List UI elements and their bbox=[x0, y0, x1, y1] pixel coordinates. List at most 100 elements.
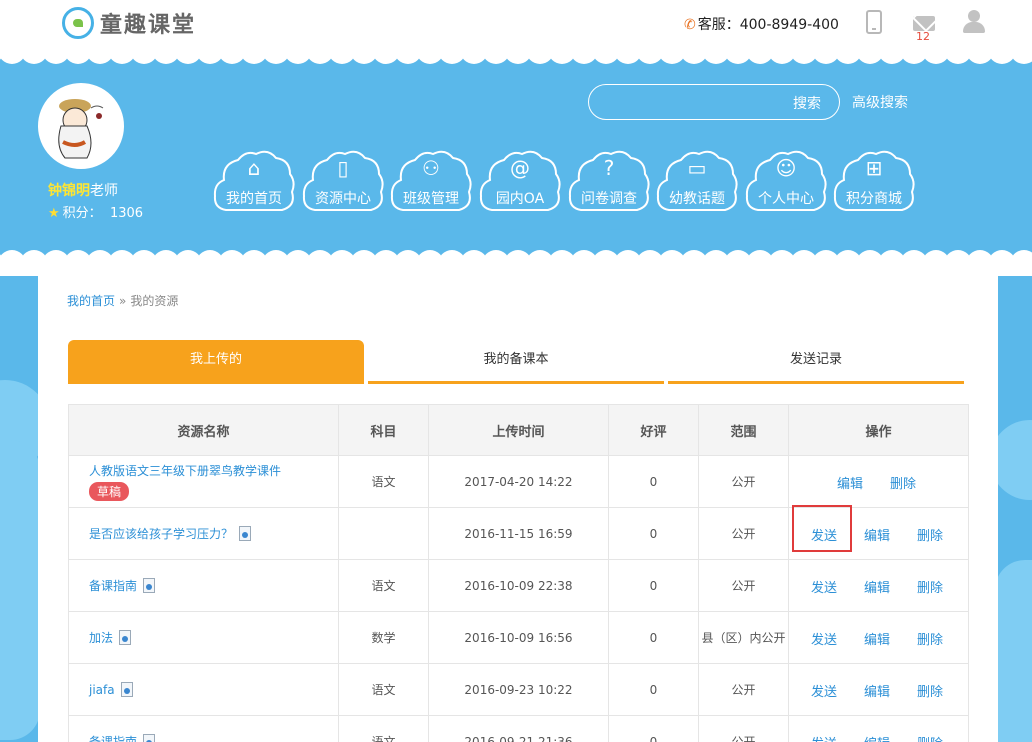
send-button[interactable]: 发送 bbox=[811, 577, 837, 596]
cell-rating[interactable]: 0 bbox=[608, 559, 699, 612]
cell-scope: 公开 bbox=[698, 455, 789, 508]
cell-subject: 数学 bbox=[338, 611, 429, 664]
cell-name: jiafa bbox=[68, 663, 339, 716]
cell-rating[interactable]: 0 bbox=[608, 611, 699, 664]
nav-item-4[interactable]: ? 问卷调查 bbox=[567, 148, 651, 216]
edit-button[interactable]: 编辑 bbox=[864, 733, 890, 742]
user-name-text[interactable]: 钟锦明 bbox=[48, 183, 90, 199]
nav-label: 问卷调查 bbox=[581, 191, 637, 207]
nav-label: 幼教话题 bbox=[669, 191, 725, 207]
cell-rating[interactable]: 0 bbox=[608, 663, 699, 716]
delete-button[interactable]: 删除 bbox=[917, 733, 943, 742]
points-value: 1306 bbox=[109, 206, 144, 221]
resource-link[interactable]: 备课指南 bbox=[89, 735, 137, 742]
person-icon: ☺ bbox=[775, 156, 797, 180]
cell-upload-time: 2016-09-21 21:36 bbox=[428, 715, 609, 742]
nav-item-7[interactable]: ⊞ 积分商城 bbox=[832, 148, 916, 216]
resource-link[interactable]: 是否应该给孩子学习压力？ bbox=[89, 527, 233, 541]
edit-button[interactable]: 编辑 bbox=[864, 525, 890, 544]
table-row: 加法 数学 2016-10-09 16:56 0 县（区）内公开 发送 编辑 删除 bbox=[68, 611, 969, 664]
table-row: jiafa 语文 2016-09-23 10:22 0 公开 发送 编辑 删除 bbox=[68, 663, 969, 716]
cell-operations: 发送 编辑 删除 bbox=[788, 715, 969, 742]
cell-scope: 公开 bbox=[698, 507, 789, 560]
delete-button[interactable]: 删除 bbox=[890, 473, 916, 492]
cell-scope: 公开 bbox=[698, 663, 789, 716]
column-header: 上传时间 bbox=[428, 404, 609, 456]
points-label: 积分： bbox=[62, 206, 102, 221]
column-header: 科目 bbox=[338, 404, 429, 456]
cell-rating[interactable]: 0 bbox=[608, 715, 699, 742]
background-cloud bbox=[0, 440, 40, 740]
cell-upload-time: 2016-10-09 16:56 bbox=[428, 611, 609, 664]
tab-label: 我上传的 bbox=[189, 352, 242, 367]
delete-button[interactable]: 删除 bbox=[917, 629, 943, 648]
send-button[interactable]: 发送 bbox=[811, 681, 837, 700]
nav-item-5[interactable]: ▭ 幼教话题 bbox=[655, 148, 739, 216]
nav-item-0[interactable]: ⌂ 我的首页 bbox=[212, 148, 296, 216]
background-cloud bbox=[995, 560, 1032, 742]
cell-name: 备课指南 bbox=[68, 715, 339, 742]
highlight-box bbox=[792, 505, 852, 552]
cell-scope: 公开 bbox=[698, 715, 789, 742]
nav-item-6[interactable]: ☺ 个人中心 bbox=[744, 148, 828, 216]
edit-button[interactable]: 编辑 bbox=[864, 681, 890, 700]
resource-link[interactable]: jiafa bbox=[89, 683, 115, 697]
document-icon bbox=[143, 734, 156, 742]
nav-item-2[interactable]: ⚇ 班级管理 bbox=[389, 148, 473, 216]
edit-button[interactable]: 编辑 bbox=[864, 629, 890, 648]
cell-name: 是否应该给孩子学习压力？ bbox=[68, 507, 339, 560]
tab-label: 我的备课本 bbox=[483, 352, 549, 367]
cell-rating[interactable]: 0 bbox=[608, 455, 699, 508]
gift-icon: ⊞ bbox=[865, 156, 883, 180]
search-input[interactable]: 搜索 bbox=[588, 84, 840, 120]
document-icon bbox=[119, 630, 132, 645]
avatar-illustration bbox=[41, 86, 121, 166]
cell-rating[interactable]: 0 bbox=[608, 507, 699, 560]
cell-subject bbox=[338, 507, 429, 560]
cell-upload-time: 2016-10-09 22:38 bbox=[428, 559, 609, 612]
column-header: 好评 bbox=[608, 404, 699, 456]
resource-link[interactable]: 备课指南 bbox=[89, 579, 137, 593]
service-label: 客服： bbox=[697, 17, 740, 33]
tab-label: 发送记录 bbox=[789, 352, 842, 367]
tab-send-record[interactable]: 发送记录 bbox=[668, 340, 964, 384]
search-button[interactable]: 搜索 bbox=[793, 93, 821, 113]
nav-item-3[interactable]: @ 园内OA bbox=[478, 148, 562, 216]
question-icon: ? bbox=[603, 156, 615, 180]
document-icon bbox=[120, 682, 133, 697]
breadcrumb-home[interactable]: 我的首页 bbox=[67, 294, 115, 308]
advanced-search-link[interactable]: 高级搜索 bbox=[852, 92, 908, 112]
delete-button[interactable]: 删除 bbox=[917, 577, 943, 596]
nav-item-1[interactable]: ▯ 资源中心 bbox=[301, 148, 385, 216]
resource-link[interactable]: 人教版语文三年级下册翠鸟教学课件 bbox=[89, 464, 281, 478]
send-button[interactable]: 发送 bbox=[811, 733, 837, 742]
cell-subject: 语文 bbox=[338, 455, 429, 508]
document-icon bbox=[143, 578, 156, 593]
mail-icon[interactable] bbox=[913, 16, 935, 31]
cell-scope: 县（区）内公开 bbox=[698, 611, 789, 664]
resource-tabs: 我上传的 我的备课本 发送记录 bbox=[68, 340, 968, 384]
send-button[interactable]: 发送 bbox=[811, 629, 837, 648]
delete-button[interactable]: 删除 bbox=[917, 525, 943, 544]
account-icon[interactable] bbox=[962, 10, 986, 34]
book-icon: ▯ bbox=[337, 156, 349, 180]
cell-subject: 语文 bbox=[338, 663, 429, 716]
delete-button[interactable]: 删除 bbox=[917, 681, 943, 700]
customer-service: ✆ 客服：400-8949-400 bbox=[684, 14, 839, 34]
logo[interactable]: 童趣课堂 bbox=[62, 6, 196, 40]
cell-scope: 公开 bbox=[698, 559, 789, 612]
edit-button[interactable]: 编辑 bbox=[864, 577, 890, 596]
document-icon bbox=[239, 526, 252, 541]
resource-link[interactable]: 加法 bbox=[89, 631, 113, 645]
home-icon: ⌂ bbox=[247, 156, 261, 180]
breadcrumb-current: 我的资源 bbox=[130, 294, 179, 308]
avatar[interactable] bbox=[38, 83, 124, 169]
tab-uploaded[interactable]: 我上传的 bbox=[68, 340, 364, 384]
column-header: 资源名称 bbox=[68, 404, 339, 456]
cell-name: 人教版语文三年级下册翠鸟教学课件 草稿 bbox=[68, 455, 339, 508]
nav-label: 我的首页 bbox=[226, 191, 282, 207]
user-name: 钟锦明老师 bbox=[48, 180, 118, 200]
edit-button[interactable]: 编辑 bbox=[837, 473, 863, 492]
tab-lesson-book[interactable]: 我的备课本 bbox=[368, 340, 664, 384]
mobile-icon[interactable] bbox=[866, 10, 882, 34]
